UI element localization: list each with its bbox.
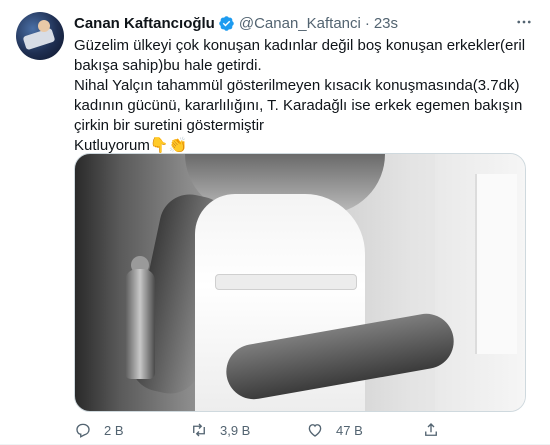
tweet-header: Canan Kaftancıoğlu @Canan_Kaftanci · 23s bbox=[74, 13, 398, 33]
avatar[interactable] bbox=[16, 12, 64, 60]
more-icon[interactable] bbox=[514, 12, 534, 32]
like-button[interactable]: 47 B bbox=[306, 421, 422, 439]
retweet-icon bbox=[193, 423, 205, 437]
tweet-text: Güzelim ülkeyi çok konuşan kadınlar deği… bbox=[74, 36, 534, 156]
tweet[interactable]: Canan Kaftancıoğlu @Canan_Kaftanci · 23s… bbox=[0, 0, 550, 445]
reply-count: 2 B bbox=[104, 422, 124, 438]
share-button[interactable] bbox=[422, 421, 482, 439]
like-count: 47 B bbox=[336, 422, 363, 438]
tweet-text-line: Güzelim ülkeyi çok konuşan kadınlar deği… bbox=[74, 37, 530, 74]
tweet-photo[interactable] bbox=[74, 153, 526, 412]
tweet-actions: 2 B 3,9 B 47 B bbox=[74, 419, 526, 441]
author-name[interactable]: Canan Kaftancıoğlu bbox=[74, 15, 215, 32]
author-handle[interactable]: @Canan_Kaftanci bbox=[239, 15, 361, 32]
retweet-count: 3,9 B bbox=[220, 422, 251, 438]
tweet-text-line: Nihal Yalçın tahammül gösterilmeyen kısa… bbox=[74, 77, 528, 134]
share-icon bbox=[425, 423, 437, 436]
retweet-button[interactable]: 3,9 B bbox=[190, 421, 306, 439]
reply-button[interactable]: 2 B bbox=[74, 421, 190, 439]
tweet-time[interactable]: 23s bbox=[374, 15, 398, 32]
verified-badge-icon bbox=[219, 15, 234, 31]
separator-dot: · bbox=[364, 14, 370, 32]
reply-icon bbox=[76, 423, 90, 438]
like-icon bbox=[308, 424, 322, 437]
